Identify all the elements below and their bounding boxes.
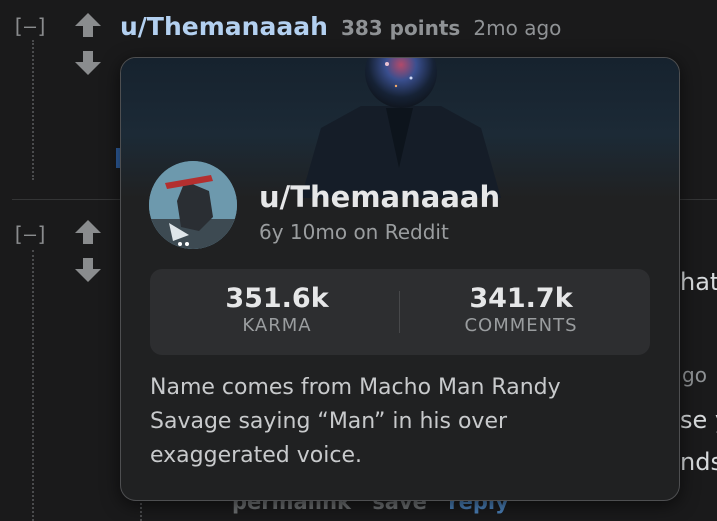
arrow-down-icon[interactable] <box>72 257 104 283</box>
profile-account-age: 6y 10mo on Reddit <box>259 220 449 244</box>
stats-divider <box>399 291 400 333</box>
comments-stat: 341.7k COMMENTS <box>406 283 636 337</box>
karma-label: KARMA <box>242 315 312 336</box>
user-profile-card: u/Themanaaah 6y 10mo on Reddit 351.6k KA… <box>120 57 680 501</box>
arrow-down-icon[interactable] <box>72 50 104 76</box>
comment-age-fragment: go <box>682 363 707 387</box>
comment-author-link[interactable]: u/Themanaaah <box>120 12 328 41</box>
karma-stat: 351.6k KARMA <box>162 283 392 337</box>
comment-text-fragment: nds <box>680 448 717 476</box>
comment-header: u/Themanaaah 383 points 2mo ago <box>120 12 561 41</box>
profile-bio: Name comes from Macho Man Randy Savage s… <box>150 375 561 468</box>
comment-text-fragment: se y <box>680 406 717 434</box>
thread-line <box>32 40 34 180</box>
comment-points: 383 points <box>340 16 461 40</box>
profile-username[interactable]: u/Themanaaah <box>259 180 500 214</box>
collapse-toggle[interactable]: [–] <box>12 14 48 38</box>
thread-line <box>32 250 34 521</box>
arrow-up-icon[interactable] <box>72 12 104 38</box>
comments-value: 341.7k <box>469 283 573 314</box>
karma-value: 351.6k <box>225 283 329 314</box>
comment-text-fragment: hat <box>680 268 717 296</box>
profile-stats-panel: 351.6k KARMA 341.7k COMMENTS <box>150 269 650 355</box>
comment-age: 2mo ago <box>473 16 562 40</box>
collapse-toggle[interactable]: [–] <box>12 222 48 246</box>
arrow-up-icon[interactable] <box>72 219 104 245</box>
user-avatar <box>149 161 237 249</box>
comments-label: COMMENTS <box>464 315 578 336</box>
